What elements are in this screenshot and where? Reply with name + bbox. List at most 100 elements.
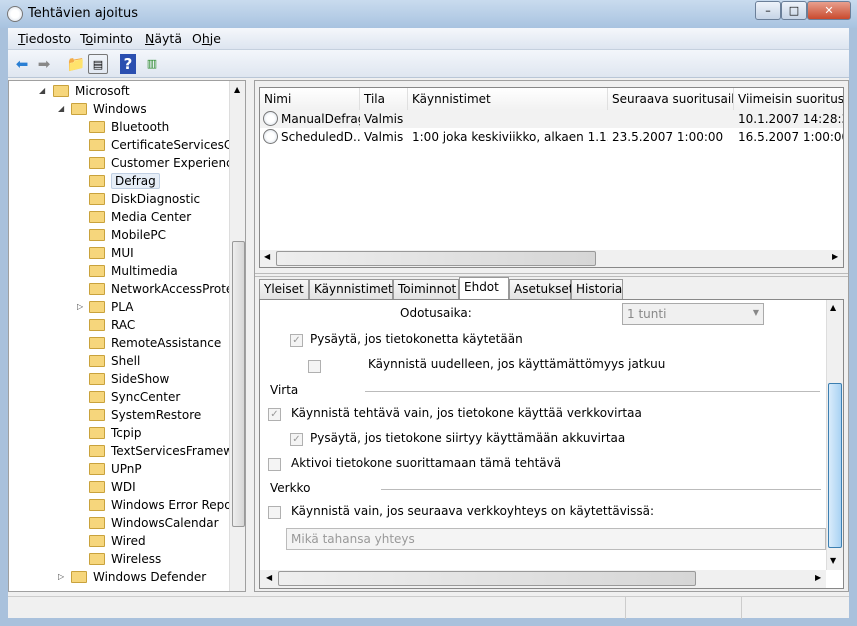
tree-item[interactable]: Media Center (89, 208, 191, 226)
menu-toiminto[interactable]: Toiminto (80, 31, 133, 46)
tab-asetukset[interactable]: Asetukset (509, 279, 573, 299)
tree-item[interactable]: Customer Experience Improvement (89, 154, 245, 172)
tree-item[interactable]: CertificateServicesClient (89, 136, 246, 154)
tree-item-label: Microsoft (75, 84, 130, 98)
folder-icon (89, 265, 105, 277)
tree-item[interactable]: DiskDiagnostic (89, 190, 200, 208)
tree-vertical-scrollbar[interactable]: ▲ (229, 81, 245, 591)
tree-item[interactable]: Windows Defender (71, 568, 206, 586)
minimize-button[interactable]: – (755, 1, 781, 20)
scroll-down-icon[interactable]: ▼ (830, 556, 836, 565)
stop-if-used-checkbox[interactable]: ✓ (290, 334, 303, 347)
tree-item[interactable]: SystemRestore (89, 406, 201, 424)
tab-ehdot[interactable]: Ehdot (459, 277, 509, 300)
details-scroll-thumb-h[interactable] (278, 571, 696, 586)
column-header[interactable]: Seuraava suoritusaika (608, 88, 734, 110)
tree-item[interactable]: RemoteAssistance (89, 334, 221, 352)
folder-icon (89, 337, 105, 349)
column-header[interactable]: Käynnistimet (408, 88, 608, 110)
tab-käynnistimet[interactable]: Käynnistimet (309, 279, 393, 299)
folder-icon (89, 319, 105, 331)
wake-checkbox[interactable] (268, 458, 281, 471)
tree-item[interactable]: MobilePC (89, 226, 166, 244)
title-bar: Tehtävien ajoitus – □ ✕ (0, 0, 857, 28)
menu-ohje[interactable]: Ohje (192, 31, 221, 46)
list-horizontal-scrollbar[interactable]: ◀ ▶ (260, 250, 843, 267)
tab-historia[interactable]: Historia (571, 279, 623, 299)
folder-icon (89, 517, 105, 529)
tab-toiminnot[interactable]: Toiminnot (393, 279, 459, 299)
tree-item[interactable]: Defrag (89, 172, 160, 190)
expand-icon[interactable]: ▷ (58, 572, 64, 581)
splitter[interactable] (255, 273, 848, 277)
scroll-left-icon[interactable]: ◀ (266, 573, 272, 582)
tree-item[interactable]: PLA (89, 298, 133, 316)
tree-item[interactable]: Windows Error Reporting (89, 496, 245, 514)
column-header[interactable]: Viimeisin suoritusaika (734, 88, 843, 110)
help-icon[interactable]: ? (120, 54, 136, 74)
network-dropdown[interactable]: Mikä tahansa yhteys (286, 528, 826, 550)
table-row[interactable]: ManualDefrag Valmis 10.1.2007 14:28:32 (260, 110, 843, 128)
wait-dropdown[interactable]: 1 tunti ▼ (622, 303, 764, 325)
menu-tiedosto[interactable]: Tiedosto (18, 31, 71, 46)
column-header[interactable]: Nimi (260, 88, 360, 110)
details-vertical-scrollbar[interactable]: ▲ ▼ (826, 300, 843, 570)
up-folder-icon[interactable]: 📁 (66, 54, 86, 74)
tree-item[interactable]: Multimedia (89, 262, 178, 280)
ac-only-checkbox[interactable]: ✓ (268, 408, 281, 421)
details-horizontal-scrollbar[interactable]: ◀ ▶ (260, 570, 826, 588)
tree-item[interactable]: TextServicesFramework (89, 442, 245, 460)
show-hide-action-pane-icon[interactable]: ▥ (142, 54, 162, 74)
tree-item[interactable]: NetworkAccessProtection (89, 280, 245, 298)
menu-nayta[interactable]: Näytä (145, 31, 182, 46)
list-scroll-thumb[interactable] (276, 251, 596, 266)
divider (381, 489, 821, 490)
folder-icon (89, 409, 105, 421)
close-button[interactable]: ✕ (807, 1, 851, 20)
scroll-up-icon[interactable]: ▲ (234, 85, 240, 94)
scroll-left-icon[interactable]: ◀ (264, 252, 270, 261)
network-only-checkbox[interactable] (268, 506, 281, 519)
tree-item-label: CertificateServicesClient (111, 138, 246, 152)
details-scroll-thumb[interactable] (828, 383, 842, 548)
maximize-button[interactable]: □ (781, 1, 807, 20)
client-area: Tiedosto Toiminto Näytä Ohje ⬅ ➡ 📁 ▤ ? ▥… (8, 28, 849, 619)
tree-item[interactable]: WDI (89, 478, 136, 496)
restart-idle-checkbox[interactable] (308, 360, 321, 373)
forward-arrow-icon[interactable]: ➡ (34, 54, 54, 74)
back-arrow-icon[interactable]: ⬅ (12, 54, 32, 74)
collapse-icon[interactable]: ◢ (39, 86, 45, 95)
tree-item[interactable]: SyncCenter (89, 388, 180, 406)
scroll-up-icon[interactable]: ▲ (830, 303, 836, 312)
column-header[interactable]: Tila (360, 88, 408, 110)
tree-item[interactable]: MUI (89, 244, 134, 262)
tree-item-microsoft[interactable]: Microsoft (53, 82, 130, 100)
tree-scroll-thumb[interactable] (232, 241, 245, 527)
tree-item-label: MobilePC (111, 228, 166, 242)
tree-item[interactable]: Tcpip (89, 424, 141, 442)
scroll-right-icon[interactable]: ▶ (832, 252, 838, 261)
tree-item[interactable]: Wireless (89, 550, 161, 568)
collapse-icon[interactable]: ◢ (58, 104, 64, 113)
stop-battery-checkbox[interactable]: ✓ (290, 433, 303, 446)
tree-item[interactable]: SideShow (89, 370, 169, 388)
expand-icon[interactable]: ▷ (77, 302, 83, 311)
scroll-right-icon[interactable]: ▶ (815, 573, 821, 582)
folder-icon (89, 427, 105, 439)
folder-icon (89, 121, 105, 133)
show-hide-tree-icon[interactable]: ▤ (88, 54, 108, 74)
tab-yleiset[interactable]: Yleiset (259, 279, 309, 299)
tree-item[interactable]: WindowsCalendar (89, 514, 219, 532)
tree-item[interactable]: RAC (89, 316, 135, 334)
tree-item[interactable]: Bluetooth (89, 118, 169, 136)
tree-item[interactable]: Wired (89, 532, 146, 550)
tree-item-windows[interactable]: Windows (71, 100, 147, 118)
network-group-label: Verkko (270, 481, 311, 495)
tree-item-label: Customer Experience Improvement (111, 156, 245, 170)
tree-item[interactable]: Shell (89, 352, 140, 370)
tree-item-label: Windows (93, 102, 147, 116)
tree-item[interactable]: UPnP (89, 460, 142, 478)
network-only-label: Käynnistä vain, jos seuraava verkkoyhtey… (291, 504, 655, 518)
tab-strip: Yleiset Käynnistimet Toiminnot Ehdot Asetuks… (259, 277, 844, 300)
table-row[interactable]: ScheduledD... Valmis 1:00 joka keskiviikko… (260, 128, 843, 146)
